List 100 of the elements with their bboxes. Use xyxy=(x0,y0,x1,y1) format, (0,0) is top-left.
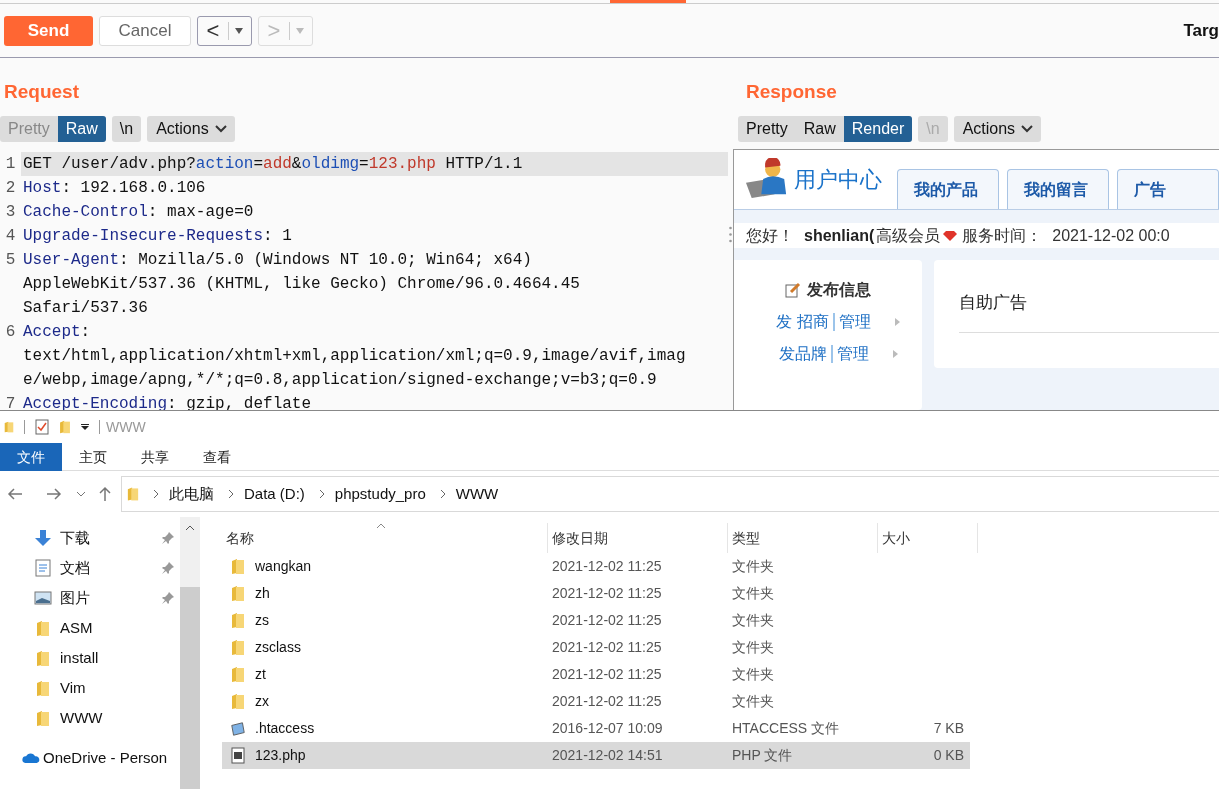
breadcrumb-item[interactable]: Data (D:) xyxy=(244,482,305,506)
sort-caret-icon xyxy=(376,523,386,529)
file-row[interactable]: zt 2021-12-02 11:25 文件夹 xyxy=(222,661,970,688)
type-cell-text: 文件夹 xyxy=(731,611,775,630)
chevron-down-icon[interactable] xyxy=(76,491,86,497)
chevron-down-icon xyxy=(214,125,227,133)
file-row[interactable]: zsclass 2021-12-02 11:25 文件夹 xyxy=(222,634,970,661)
folder-icon xyxy=(127,486,139,502)
column-header[interactable]: 类型 xyxy=(728,523,878,553)
column-header[interactable]: 修改日期 xyxy=(548,523,728,553)
post-link[interactable]: 发 招商 xyxy=(776,310,829,334)
chevron-up-icon[interactable] xyxy=(185,525,195,531)
address-bar[interactable]: 此电脑 Data (D:) phpstudy_pro WWW xyxy=(121,476,1219,512)
file-row[interactable]: zx 2021-12-02 11:25 文件夹 xyxy=(222,688,970,715)
line-number: 5 xyxy=(4,250,17,271)
file-name: wangkan xyxy=(255,557,312,576)
down-arrow-icon xyxy=(34,529,52,547)
ribbon-tab[interactable]: 查看 xyxy=(186,443,248,471)
type-cell-text: 文件夹 xyxy=(731,665,775,684)
view-tab[interactable]: Pretty xyxy=(738,116,796,142)
code-line: Upgrade-Insecure-Requests: 1 xyxy=(22,226,293,247)
folder-icon xyxy=(231,585,245,602)
folder-icon xyxy=(36,679,50,697)
file-name: .htaccess xyxy=(255,719,315,738)
date-cell-text: 2021-12-02 14:51 xyxy=(551,746,664,765)
chevron-right-icon xyxy=(153,489,159,499)
nav-item[interactable]: 下载 xyxy=(0,523,180,553)
site-tab[interactable]: 广告 xyxy=(1117,169,1219,209)
type-cell-text: 文件夹 xyxy=(731,692,775,711)
up-arrow-icon[interactable] xyxy=(98,486,112,502)
scrollbar[interactable] xyxy=(180,517,200,789)
nav-item[interactable]: 图片 xyxy=(0,583,180,613)
caret-right-icon xyxy=(892,350,898,358)
splitter-handle-icon[interactable] xyxy=(729,225,732,243)
date-cell-text: 2021-12-02 11:25 xyxy=(551,638,663,657)
panel-title: 发布信息 xyxy=(807,280,871,300)
date-cell-text: 2021-12-02 11:25 xyxy=(551,665,663,684)
chevron-right-icon xyxy=(439,489,446,499)
cloud-icon xyxy=(22,751,40,765)
code-line: User-Agent: Mozilla/5.0 (Windows NT 10.0; Win64; x64) xyxy=(22,250,533,271)
back-arrow-icon[interactable] xyxy=(7,487,23,501)
ribbon-tab[interactable]: 文件 xyxy=(0,443,62,471)
type-cell-text: 文件夹 xyxy=(731,584,775,603)
code-line: AppleWebKit/537.36 (KHTML, like Gecko) Chrome/96.0.4664.45 xyxy=(22,274,581,295)
file-row[interactable]: wangkan 2021-12-02 11:25 文件夹 xyxy=(222,553,970,580)
file-name: zh xyxy=(255,584,270,603)
checklist-icon[interactable] xyxy=(35,419,49,435)
column-header[interactable]: 大小 xyxy=(878,523,978,553)
code-line: Safari/537.36 xyxy=(22,298,149,319)
cancel-button[interactable]: Cancel xyxy=(99,15,191,46)
code-line: Cache-Control: max-age=0 xyxy=(22,202,255,223)
file-row[interactable]: zh 2021-12-02 11:25 文件夹 xyxy=(222,580,970,607)
file-row[interactable]: zs 2021-12-02 11:25 文件夹 xyxy=(222,607,970,634)
manage-link[interactable]: 管理 xyxy=(836,342,869,366)
actions-dropdown[interactable]: Actions xyxy=(147,116,235,142)
type-cell-text: PHP 文件 xyxy=(731,746,794,765)
nav-item[interactable]: install xyxy=(0,643,180,673)
site-tab[interactable]: 我的产品 xyxy=(897,169,999,209)
breadcrumb-item[interactable]: WWW xyxy=(455,482,499,506)
view-tab[interactable]: Raw xyxy=(57,116,106,142)
date-cell-text: 2021-12-02 11:25 xyxy=(551,692,663,711)
date-cell-text: 2021-12-02 11:25 xyxy=(551,611,663,630)
nav-item[interactable]: OneDrive - Person xyxy=(0,743,180,773)
view-tab[interactable]: Raw xyxy=(795,116,844,142)
breadcrumb-item[interactable]: 此电脑 xyxy=(169,482,214,506)
file-row[interactable]: 123.php 2021-12-02 14:51 PHP 文件 0 KB xyxy=(222,742,970,769)
date-cell-text: 2016-12-07 10:09 xyxy=(551,719,664,738)
member-level: 高级会员 xyxy=(876,225,941,246)
post-link[interactable]: 发品牌 xyxy=(778,342,827,366)
code-line: e/webp,image/apng,*/*;q=0.8,application/signed-exchange;v=b3;q=0.9 xyxy=(22,370,658,391)
view-tab[interactable]: Render xyxy=(843,116,913,142)
panel-heading: 自助广告 xyxy=(959,290,1219,333)
caret-right-icon xyxy=(894,318,900,326)
column-header[interactable]: 名称 xyxy=(222,523,548,553)
newline-toggle[interactable]: \n xyxy=(111,116,142,142)
breadcrumb-item[interactable]: phpstudy_pro xyxy=(334,482,426,506)
ribbon-tab[interactable]: 主页 xyxy=(62,443,124,471)
history-button[interactable]: < xyxy=(197,15,252,46)
folder-icon xyxy=(231,693,245,710)
forward-arrow-icon[interactable] xyxy=(46,487,62,501)
dropdown-icon[interactable] xyxy=(81,424,89,430)
folder-icon xyxy=(231,612,245,629)
site-tab[interactable]: 我的留言 xyxy=(1007,169,1109,209)
line-number: 2 xyxy=(4,178,17,199)
manage-link[interactable]: 管理 xyxy=(838,310,871,334)
edit-icon xyxy=(785,282,801,298)
size-cell-text: 7 KB xyxy=(932,719,964,738)
nav-item[interactable]: Vim xyxy=(0,673,180,703)
window-title: WWW xyxy=(106,417,146,437)
ribbon-tab[interactable]: 共享 xyxy=(124,443,186,471)
nav-item[interactable]: 文档 xyxy=(0,553,180,583)
folder-icon xyxy=(231,639,245,656)
nav-item[interactable]: ASM xyxy=(0,613,180,643)
target-label: Targ xyxy=(1183,19,1219,42)
nav-item[interactable]: WWW xyxy=(0,703,180,733)
actions-dropdown[interactable]: Actions xyxy=(953,116,1042,142)
gem-icon xyxy=(942,229,959,242)
type-cell-text: 文件夹 xyxy=(731,638,775,657)
file-row[interactable]: .htaccess 2016-12-07 10:09 HTACCESS 文件 7 KB xyxy=(222,715,970,742)
caret-down-icon xyxy=(296,27,304,34)
